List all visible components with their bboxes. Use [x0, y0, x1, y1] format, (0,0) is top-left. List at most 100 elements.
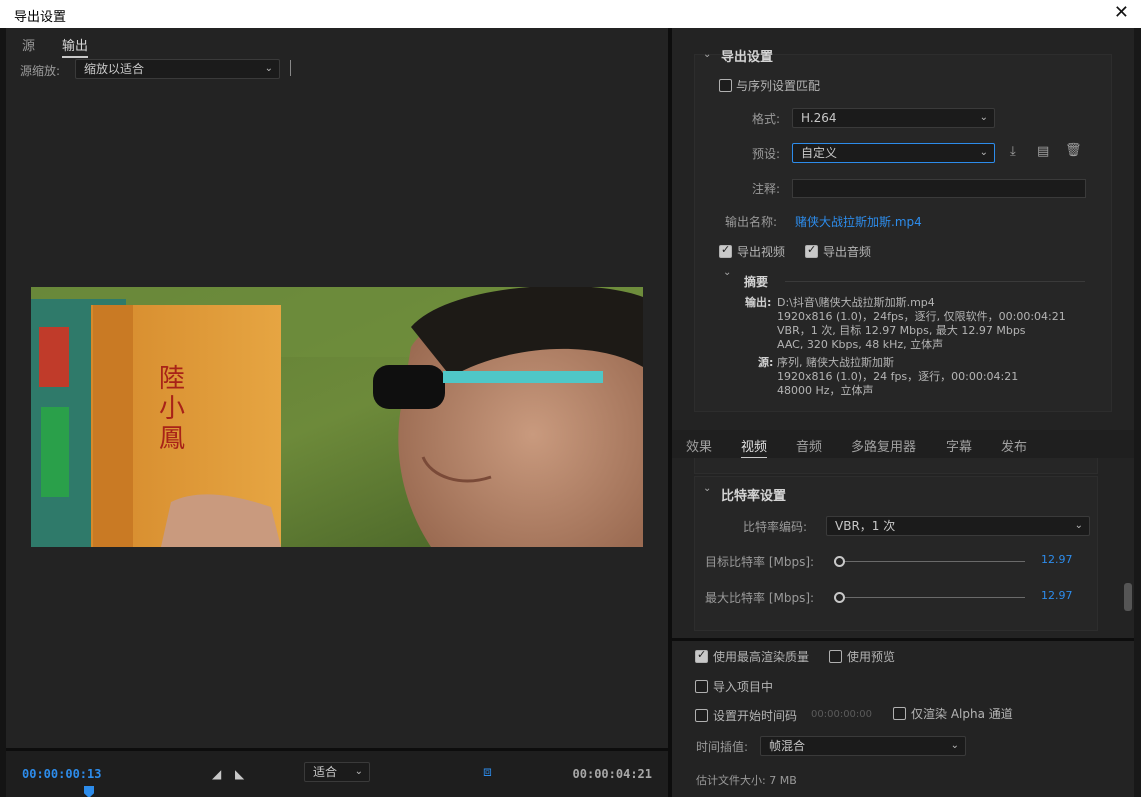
time-interpolation-label: 时间插值: [696, 740, 749, 754]
settings-tabs: 效果 视频 音频 多路复用器 字幕 发布 [672, 430, 1134, 459]
preset-label: 预设: [752, 147, 781, 161]
close-icon[interactable]: ✕ [1114, 2, 1129, 23]
chevron-down-icon: ⌄ [1074, 520, 1083, 531]
timeline-bar: 00:00:00:13 ◢ ◣ 适合 ⌄ ⧈ 00:00:04:21 [6, 748, 668, 797]
start-timecode-value: 00:00:00:00 [811, 709, 873, 720]
fit-value: 适合 [313, 765, 338, 779]
save-preset-icon[interactable]: ⤓ [1010, 144, 1016, 159]
tab-multiplexer[interactable]: 多路复用器 [851, 436, 916, 455]
comment-input[interactable] [792, 179, 1086, 198]
duration-timecode: 00:00:04:21 [572, 767, 652, 781]
summary-divider [785, 281, 1085, 282]
format-dropdown[interactable]: H.264 ⌄ [792, 108, 995, 128]
target-bitrate-track[interactable] [835, 561, 1025, 562]
window-title-bar: 导出设置 ✕ [0, 0, 1141, 28]
summary-source-label: 源: [758, 356, 774, 369]
export-settings-section: ⌄ 导出设置 与序列设置匹配 格式: H.264 ⌄ 预设: 自定义 ⌄ ⤓ ▤… [694, 49, 1112, 412]
bitrate-encoding-value: VBR，1 次 [835, 519, 896, 533]
target-bitrate-label: 目标比特率 [Mbps]: [705, 555, 815, 569]
svg-text:陸: 陸 [159, 364, 185, 394]
export-video-checkbox[interactable] [719, 243, 732, 258]
summary-output-label: 输出: [745, 296, 772, 309]
collapse-icon[interactable]: ⌄ [703, 483, 711, 494]
import-into-project-checkbox[interactable] [695, 680, 708, 693]
tab-captions[interactable]: 字幕 [946, 436, 972, 455]
summary-collapse-icon[interactable]: ⌄ [723, 267, 731, 278]
aspect-ratio-icon[interactable]: ⧈ [483, 764, 492, 780]
settings-scrollbar[interactable] [1124, 583, 1132, 611]
export-audio-label: 导出音频 [823, 245, 872, 259]
summary-output-line: AAC, 320 Kbps, 48 kHz, 立体声 [777, 338, 944, 351]
chevron-down-icon: ⌄ [979, 147, 988, 158]
fit-dropdown[interactable]: 适合 ⌄ [304, 762, 370, 782]
chevron-down-icon: ⌄ [354, 766, 363, 777]
time-interpolation-dropdown[interactable]: 帧混合 ⌄ [760, 736, 966, 756]
mark-out-icon[interactable]: ◣ [235, 767, 244, 781]
svg-text:小: 小 [159, 394, 185, 424]
summary-title: 摘要 [744, 275, 769, 289]
window-title: 导出设置 [14, 10, 67, 25]
preset-dropdown[interactable]: 自定义 ⌄ [792, 143, 995, 163]
render-alpha-only-label: 仅渲染 Alpha 通道 [911, 707, 1013, 721]
source-scaling-value: 缩放以适合 [84, 62, 145, 76]
set-start-timecode-label: 设置开始时间码 [713, 709, 798, 723]
time-interpolation-value: 帧混合 [769, 739, 806, 753]
import-into-project-label: 导入项目中 [713, 680, 774, 694]
current-timecode[interactable]: 00:00:00:13 [22, 767, 101, 781]
video-frame-image: 陸 小 鳳 [31, 287, 643, 547]
comment-label: 注释: [752, 182, 781, 196]
summary-source-line: 48000 Hz，立体声 [777, 384, 874, 397]
playhead-marker[interactable] [84, 786, 94, 797]
right-edge [1134, 28, 1141, 797]
video-preview: 陸 小 鳳 [31, 287, 643, 547]
use-previews-checkbox[interactable] [829, 650, 842, 663]
target-bitrate-slider-knob[interactable] [833, 556, 845, 567]
max-render-quality-checkbox[interactable] [695, 648, 708, 663]
output-name-link[interactable]: 赌侠大战拉斯加斯.mp4 [795, 213, 922, 230]
tab-publish[interactable]: 发布 [1001, 436, 1027, 455]
previous-section-end [694, 458, 1098, 474]
source-scaling-dropdown[interactable]: 缩放以适合 ⌄ [75, 59, 280, 79]
tab-source[interactable]: 源 [22, 35, 35, 54]
preset-value: 自定义 [801, 146, 838, 160]
bitrate-encoding-label: 比特率编码: [743, 520, 808, 534]
import-preset-icon[interactable]: ▤ [1037, 144, 1049, 159]
set-start-timecode-checkbox[interactable] [695, 709, 708, 722]
bitrate-encoding-dropdown[interactable]: VBR，1 次 ⌄ [826, 516, 1090, 536]
tab-audio[interactable]: 音频 [796, 436, 822, 455]
max-bitrate-value[interactable]: 12.97 [1041, 589, 1073, 602]
tab-effects[interactable]: 效果 [686, 436, 712, 455]
chevron-down-icon: ⌄ [950, 740, 959, 751]
settings-panel: ⌄ 导出设置 与序列设置匹配 格式: H.264 ⌄ 预设: 自定义 ⌄ ⤓ ▤… [672, 28, 1134, 797]
render-alpha-only-checkbox[interactable] [893, 707, 906, 720]
chevron-down-icon: ⌄ [979, 112, 988, 123]
match-sequence-checkbox[interactable] [719, 79, 732, 92]
tab-video[interactable]: 视频 [741, 436, 768, 459]
export-audio-checkbox[interactable] [805, 243, 818, 258]
export-video-label: 导出视频 [737, 245, 786, 259]
export-settings-title: 导出设置 [721, 50, 774, 65]
bitrate-settings-title: 比特率设置 [721, 489, 787, 504]
max-bitrate-track[interactable] [835, 597, 1025, 598]
delete-preset-icon[interactable]: 🗑 [1065, 143, 1082, 158]
toolbar-divider [290, 60, 291, 76]
max-render-quality-label: 使用最高渲染质量 [713, 650, 810, 664]
collapse-icon[interactable]: ⌄ [703, 49, 711, 60]
svg-text:鳳: 鳳 [159, 424, 185, 454]
target-bitrate-value[interactable]: 12.97 [1041, 553, 1073, 566]
preview-tabs: 源 输出 [6, 28, 668, 58]
format-value: H.264 [801, 111, 837, 125]
mark-in-icon[interactable]: ◢ [212, 767, 221, 781]
output-name-label: 输出名称: [725, 215, 778, 229]
match-sequence-label: 与序列设置匹配 [736, 79, 821, 93]
tab-output[interactable]: 输出 [62, 35, 89, 58]
use-previews-label: 使用预览 [847, 650, 896, 664]
max-bitrate-slider-knob[interactable] [833, 592, 845, 603]
preview-panel: 源 输出 源缩放: 缩放以适合 ⌄ 陸 小 鳳 00:00:00:13 ◢ ◣ … [6, 28, 668, 797]
options-divider [672, 638, 1134, 641]
bitrate-settings-section: ⌄ 比特率设置 比特率编码: VBR，1 次 ⌄ 目标比特率 [Mbps]: 1… [694, 476, 1098, 631]
max-bitrate-label: 最大比特率 [Mbps]: [705, 591, 815, 605]
source-scaling-label: 源缩放: [20, 64, 61, 78]
chevron-down-icon: ⌄ [264, 63, 273, 74]
format-label: 格式: [752, 112, 781, 126]
